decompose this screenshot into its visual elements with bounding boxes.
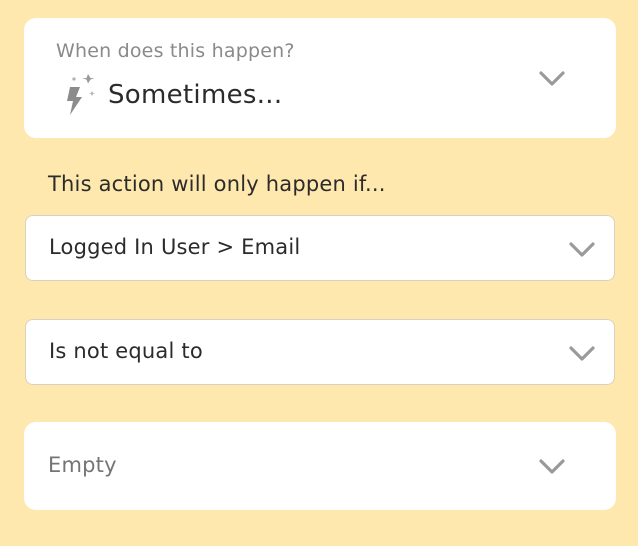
chevron-down-icon[interactable] (538, 70, 566, 88)
condition-operator-value: Is not equal to (49, 339, 203, 363)
trigger-select[interactable]: When does this happen? Sometimes... (24, 18, 616, 138)
trigger-label: When does this happen? (56, 40, 295, 62)
condition-field-value: Logged In User > Email (49, 235, 301, 259)
trigger-value: Sometimes... (108, 80, 283, 110)
chevron-down-icon[interactable] (538, 458, 566, 476)
chevron-down-icon[interactable] (568, 345, 596, 363)
condition-intro: This action will only happen if... (48, 172, 386, 196)
condition-operator-select[interactable]: Is not equal to (25, 319, 615, 385)
condition-value-placeholder: Empty (48, 453, 117, 477)
condition-value-select[interactable]: Empty (24, 422, 616, 510)
chevron-down-icon[interactable] (568, 241, 596, 259)
sparkle-lightning-icon (67, 74, 95, 115)
condition-field-select[interactable]: Logged In User > Email (25, 215, 615, 281)
